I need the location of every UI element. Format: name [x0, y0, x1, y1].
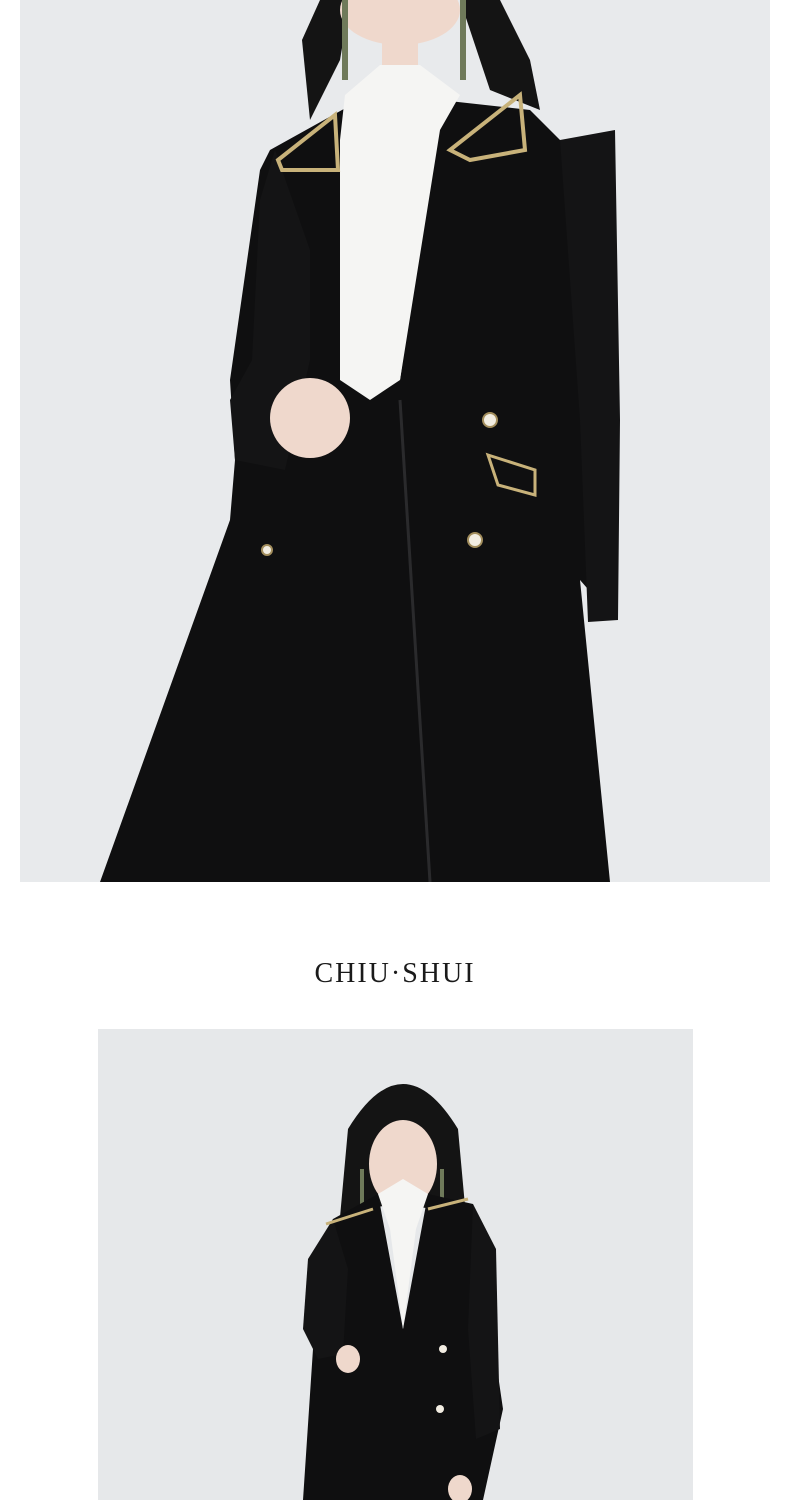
product-photo-closeup: [20, 0, 770, 882]
model-full-illustration: [98, 1029, 693, 1500]
model-closeup-illustration: [20, 0, 770, 882]
brand-logo: CHIU·SHUI: [314, 958, 476, 989]
product-photo-full: [98, 1029, 693, 1500]
